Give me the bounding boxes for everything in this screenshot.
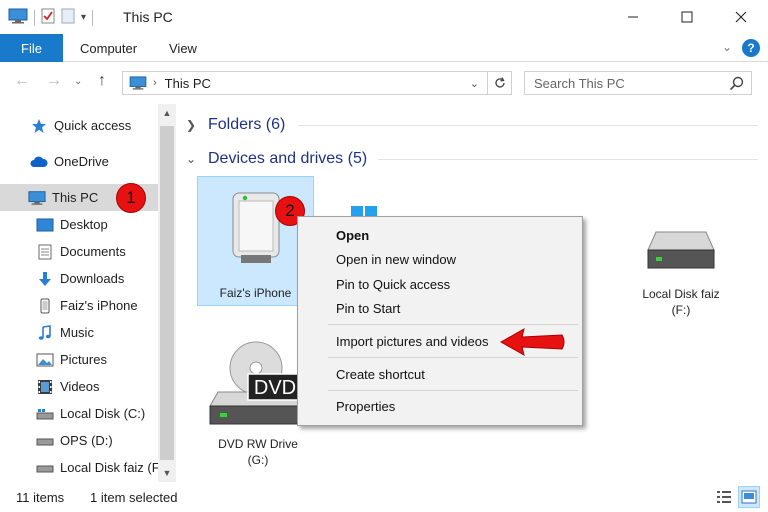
details-view-icon bbox=[717, 491, 731, 503]
recent-locations-icon[interactable]: ⌄ bbox=[74, 76, 82, 87]
context-menu-properties[interactable]: Properties bbox=[336, 397, 395, 417]
device-label: DVD RW Drive bbox=[218, 437, 298, 451]
sidebar-item-local-disk-faiz[interactable]: Local Disk faiz (F: bbox=[0, 454, 158, 481]
dvd-label-badge: DVD bbox=[253, 377, 297, 399]
red-arrow-icon bbox=[499, 327, 565, 357]
desktop-icon bbox=[36, 216, 54, 234]
refresh-button[interactable] bbox=[487, 72, 511, 94]
step-1-badge: 1 bbox=[116, 183, 146, 213]
expand-ribbon-icon[interactable]: ⌄ bbox=[722, 40, 732, 54]
address-bar[interactable]: › This PC ⌄ bbox=[122, 71, 512, 95]
large-icons-view-button[interactable] bbox=[738, 486, 760, 508]
search-input[interactable]: Search This PC bbox=[524, 71, 752, 95]
device-label: (G:) bbox=[247, 453, 269, 467]
forward-button[interactable]: → bbox=[46, 72, 62, 90]
tab-file[interactable]: File bbox=[0, 34, 63, 62]
device-label: Local Disk faiz bbox=[642, 287, 720, 301]
group-divider bbox=[298, 125, 758, 126]
context-menu-pin-quick-access[interactable]: Pin to Quick access bbox=[336, 275, 450, 295]
sidebar-item-onedrive[interactable]: OneDrive bbox=[0, 148, 158, 175]
tab-view[interactable]: View bbox=[169, 34, 197, 62]
context-menu-create-shortcut[interactable]: Create shortcut bbox=[336, 365, 425, 385]
documents-icon bbox=[36, 243, 54, 261]
navigation-pane: Quick access OneDrive This PC Desktop Do… bbox=[0, 104, 176, 482]
group-divider bbox=[378, 159, 758, 160]
context-menu-pin-to-start[interactable]: Pin to Start bbox=[336, 299, 400, 319]
toolbar-separator bbox=[92, 9, 94, 26]
context-menu-open[interactable]: Open bbox=[336, 226, 369, 246]
breadcrumb-separator-icon[interactable]: › bbox=[153, 77, 157, 89]
new-folder-icon[interactable] bbox=[61, 8, 75, 27]
group-devices-and-drives[interactable]: ⌄ Devices and drives (5) bbox=[186, 147, 367, 171]
music-icon bbox=[36, 324, 54, 342]
star-icon bbox=[30, 117, 48, 135]
sidebar-item-pictures[interactable]: Pictures bbox=[0, 346, 158, 373]
toolbar-separator bbox=[34, 9, 35, 26]
scroll-up-icon[interactable]: ▲ bbox=[158, 104, 176, 122]
drive-icon bbox=[36, 459, 54, 477]
sidebar-item-documents[interactable]: Documents bbox=[0, 238, 158, 265]
maximize-button[interactable] bbox=[660, 0, 714, 34]
chevron-down-icon: ⌄ bbox=[186, 152, 197, 166]
sidebar-item-quick-access[interactable]: Quick access bbox=[0, 112, 158, 139]
context-menu-import-pictures[interactable]: Import pictures and videos bbox=[336, 332, 488, 352]
status-bar: 11 items 1 item selected bbox=[0, 482, 768, 512]
computer-icon[interactable] bbox=[8, 8, 28, 27]
selection-count: 1 item selected bbox=[90, 490, 178, 505]
device-label: Faiz's iPhone bbox=[219, 286, 292, 300]
sidebar-item-faizs-iphone[interactable]: Faiz's iPhone bbox=[0, 292, 158, 319]
large-icons-view-icon bbox=[741, 490, 757, 504]
hard-drive-icon bbox=[647, 231, 715, 269]
details-view-button[interactable] bbox=[713, 486, 735, 508]
item-count: 11 items bbox=[16, 490, 65, 505]
ribbon: File Computer View ⌄ ? bbox=[0, 34, 768, 62]
sidebar-item-desktop[interactable]: Desktop bbox=[0, 211, 158, 238]
context-menu: Open Open in new window Pin to Quick acc… bbox=[297, 216, 583, 426]
search-placeholder: Search This PC bbox=[534, 75, 625, 91]
sidebar-item-local-disk-c[interactable]: Local Disk (C:) bbox=[0, 400, 158, 427]
back-button[interactable]: ← bbox=[14, 72, 30, 90]
nav-pane-scrollbar[interactable]: ▲ ▼ bbox=[158, 104, 176, 482]
minimize-icon bbox=[628, 16, 638, 18]
cloud-icon bbox=[30, 153, 48, 171]
group-folders[interactable]: ❯ Folders (6) bbox=[186, 113, 285, 137]
title-bar: ▾ This PC bbox=[0, 0, 768, 34]
download-icon bbox=[36, 270, 54, 288]
chevron-right-icon: ❯ bbox=[186, 118, 197, 132]
help-button[interactable]: ? bbox=[742, 39, 760, 57]
search-icon[interactable] bbox=[729, 75, 745, 94]
menu-separator bbox=[328, 390, 578, 391]
menu-separator bbox=[328, 324, 578, 325]
tab-computer[interactable]: Computer bbox=[80, 34, 137, 62]
sidebar-item-downloads[interactable]: Downloads bbox=[0, 265, 158, 292]
refresh-icon bbox=[494, 77, 505, 88]
properties-icon[interactable] bbox=[41, 8, 55, 27]
sidebar-item-ops-d[interactable]: OPS (D:) bbox=[0, 427, 158, 454]
sidebar-item-videos[interactable]: Videos bbox=[0, 373, 158, 400]
device-tile-local-disk-f[interactable]: Local Disk faiz (F:) bbox=[621, 222, 741, 322]
sidebar-item-music[interactable]: Music bbox=[0, 319, 158, 346]
close-button[interactable] bbox=[714, 0, 768, 34]
up-button[interactable]: ↑ bbox=[98, 72, 106, 90]
breadcrumb-this-pc[interactable]: This PC bbox=[165, 76, 211, 91]
context-menu-open-new-window[interactable]: Open in new window bbox=[336, 250, 456, 270]
phone-icon bbox=[36, 297, 54, 315]
drive-icon bbox=[36, 432, 54, 450]
window-title: This PC bbox=[123, 9, 173, 25]
computer-icon bbox=[129, 76, 147, 90]
pictures-icon bbox=[36, 351, 54, 369]
scroll-down-icon[interactable]: ▼ bbox=[158, 464, 176, 482]
maximize-icon bbox=[681, 11, 693, 23]
address-dropdown-icon[interactable]: ⌄ bbox=[470, 77, 479, 90]
close-icon bbox=[735, 11, 747, 23]
customize-toolbar-icon[interactable]: ▾ bbox=[81, 12, 86, 23]
device-label: (F:) bbox=[671, 303, 691, 317]
computer-icon bbox=[28, 189, 46, 207]
quick-access-toolbar: ▾ bbox=[8, 8, 94, 27]
navigation-bar: ← → ⌄ ↑ › This PC ⌄ Search This PC bbox=[0, 62, 768, 104]
minimize-button[interactable] bbox=[606, 0, 660, 34]
videos-icon bbox=[36, 378, 54, 396]
scroll-thumb[interactable] bbox=[160, 126, 174, 460]
drive-icon bbox=[36, 405, 54, 423]
